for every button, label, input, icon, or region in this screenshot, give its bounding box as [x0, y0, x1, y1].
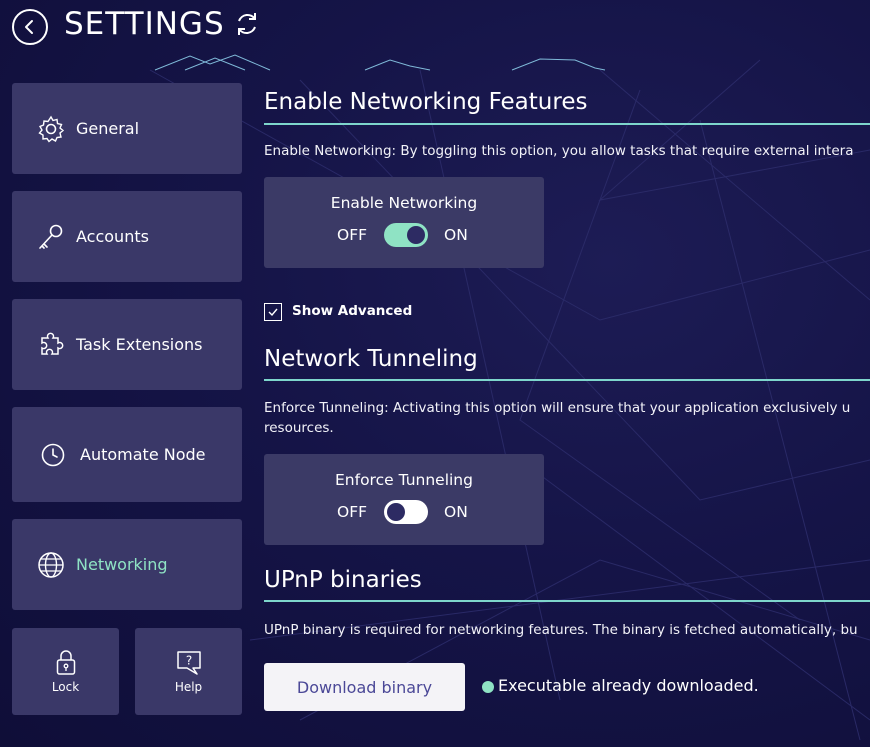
globe-icon [36, 550, 66, 580]
refresh-icon [238, 13, 256, 35]
enable-networking-toggle[interactable] [384, 223, 428, 247]
section-title-tunneling: Network Tunneling [264, 346, 478, 372]
help-button[interactable]: ? Help [135, 628, 242, 715]
toggle-on-label: ON [444, 226, 468, 244]
sidebar-item-accounts[interactable]: Accounts [12, 191, 242, 282]
sidebar-item-label: General [76, 119, 140, 138]
lock-label: Lock [51, 680, 80, 694]
puzzle-icon [36, 330, 66, 360]
page-title: SETTINGS [64, 6, 225, 42]
toggle-off-label: OFF [337, 226, 368, 244]
gear-icon [36, 114, 66, 144]
toggle-on-label: ON [444, 503, 468, 521]
refresh-button[interactable] [232, 9, 262, 39]
show-advanced-checkbox[interactable] [264, 303, 282, 321]
sidebar-item-label: Networking [76, 555, 168, 574]
show-advanced-label[interactable]: Show Advanced [292, 303, 412, 319]
clock-icon [38, 440, 68, 470]
toggle-knob [407, 226, 425, 244]
section-divider [264, 379, 870, 381]
tunneling-description-line1: Enforce Tunneling: Activating this optio… [264, 400, 851, 416]
section-divider [264, 600, 870, 602]
enforce-tunneling-toggle[interactable] [384, 500, 428, 524]
sidebar-item-label: Task Extensions [76, 335, 203, 354]
header: SETTINGS [0, 0, 870, 52]
enable-networking-card: Enable Networking OFF ON [264, 177, 544, 268]
section-divider [264, 123, 870, 125]
key-icon [36, 222, 66, 252]
toggle-label: Enforce Tunneling [335, 471, 473, 489]
toggle-label: Enable Networking [330, 194, 478, 212]
upnp-description: UPnP binary is required for networking f… [264, 622, 858, 638]
download-binary-button[interactable]: Download binary [264, 663, 465, 711]
toggle-off-label: OFF [337, 503, 368, 521]
back-button[interactable] [12, 9, 48, 45]
toggle-knob [387, 503, 405, 521]
sidebar-item-label: Automate Node [80, 445, 206, 464]
enforce-tunneling-card: Enforce Tunneling OFF ON [264, 454, 544, 545]
lock-button[interactable]: Lock [12, 628, 119, 715]
sidebar-item-general[interactable]: General [12, 83, 242, 174]
checkmark-icon [268, 308, 278, 317]
download-status-text: Executable already downloaded. [498, 676, 759, 695]
sidebar-item-task-extensions[interactable]: Task Extensions [12, 299, 242, 390]
back-arrow-icon [25, 20, 33, 34]
section-title-upnp: UPnP binaries [264, 567, 422, 593]
help-icon: ? [175, 648, 203, 676]
sidebar-item-automate-node[interactable]: Automate Node [12, 407, 242, 502]
lock-icon [52, 648, 80, 676]
status-indicator-dot [482, 681, 494, 693]
section-title-networking: Enable Networking Features [264, 89, 588, 115]
sidebar-item-networking[interactable]: Networking [12, 519, 242, 610]
svg-text:?: ? [185, 654, 191, 668]
help-label: Help [174, 680, 203, 694]
sidebar-item-label: Accounts [76, 227, 149, 246]
networking-description: Enable Networking: By toggling this opti… [264, 143, 854, 159]
tunneling-description-line2: resources. [264, 420, 334, 436]
